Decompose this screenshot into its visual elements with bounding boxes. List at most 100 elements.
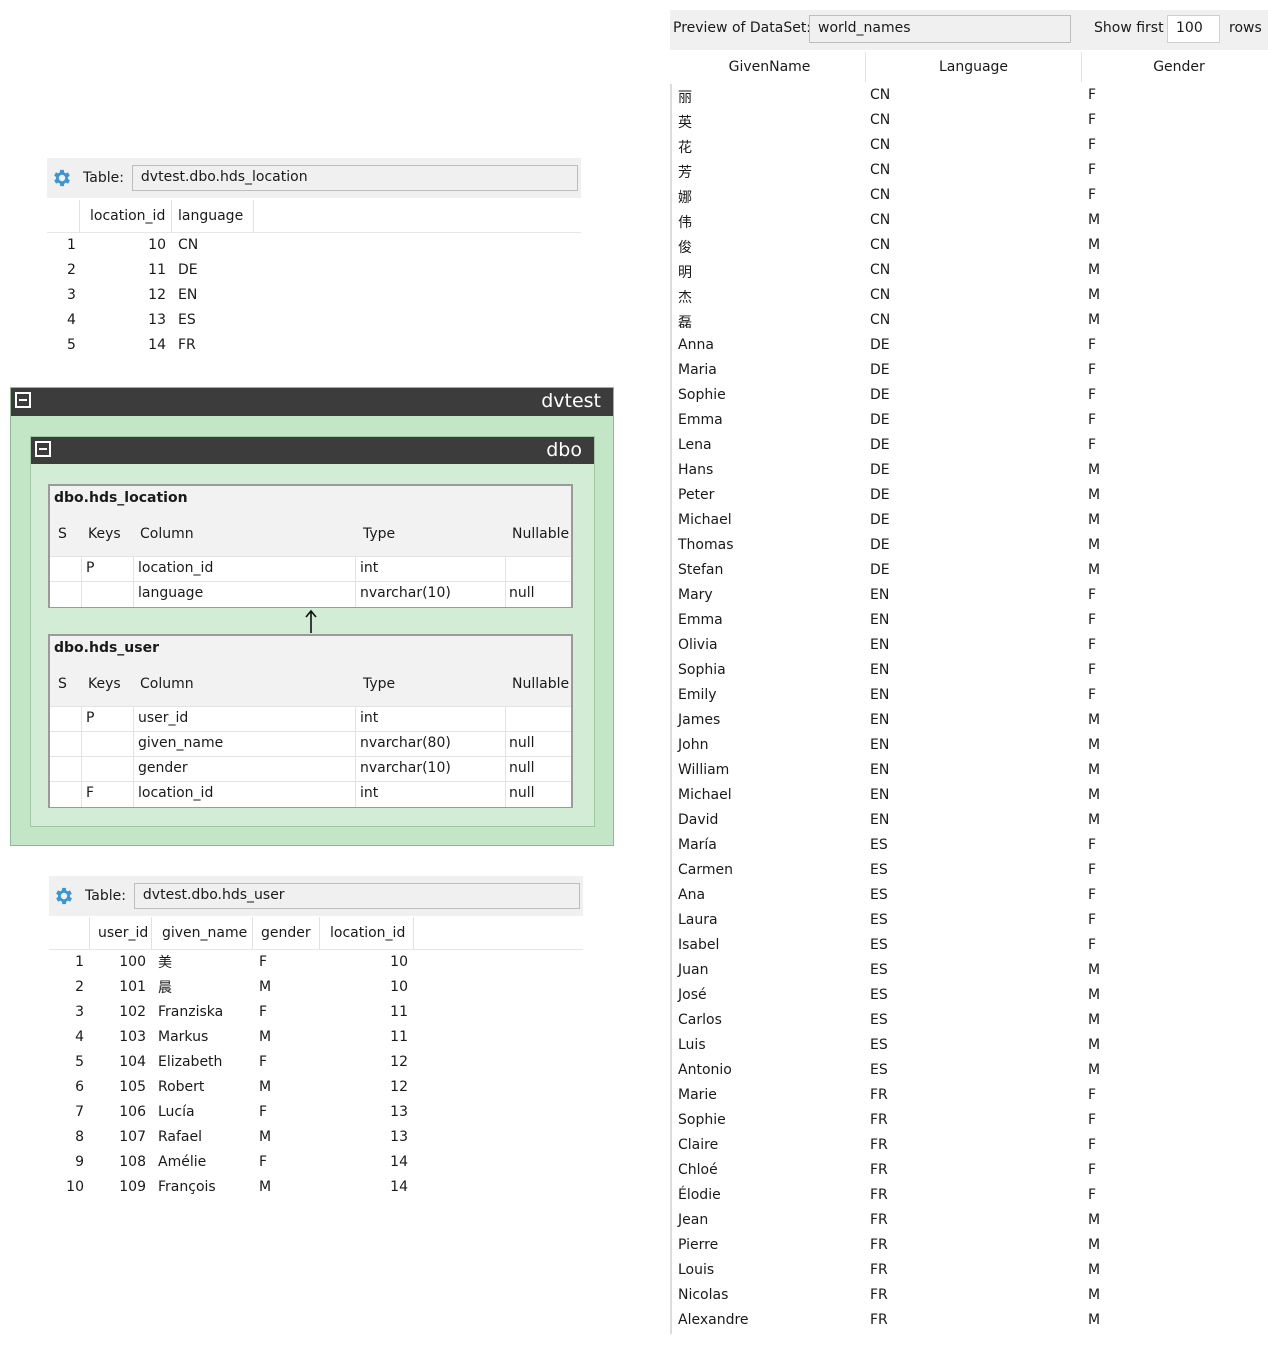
preview-row[interactable]: Mary EN F — [672, 584, 1268, 609]
table-row[interactable]: 9 108 Amélie F 14 — [49, 1149, 583, 1174]
preview-row[interactable]: 杰 CN M — [672, 284, 1268, 309]
collapse-icon[interactable] — [35, 441, 51, 457]
column-header-language[interactable]: language — [172, 200, 254, 232]
entity-column-row[interactable]: language nvarchar(10) null — [50, 581, 571, 607]
preview-row[interactable]: John EN M — [672, 734, 1268, 759]
table-name-field[interactable]: dvtest.dbo.hds_user — [133, 883, 580, 909]
preview-row[interactable]: Hans DE M — [672, 459, 1268, 484]
preview-row[interactable]: 俊 CN M — [672, 234, 1268, 259]
preview-row[interactable]: 明 CN M — [672, 259, 1268, 284]
preview-row[interactable]: 英 CN F — [672, 109, 1268, 134]
preview-row[interactable]: 芳 CN F — [672, 159, 1268, 184]
entity-column-row[interactable]: P location_id int — [50, 556, 571, 582]
preview-row[interactable]: Stefan DE M — [672, 559, 1268, 584]
table-row[interactable]: 2 101 晨 M 10 — [49, 974, 583, 999]
preview-row[interactable]: 娜 CN F — [672, 184, 1268, 209]
preview-row[interactable]: Louis FR M — [672, 1259, 1268, 1284]
table-row[interactable]: 4 103 Markus M 11 — [49, 1024, 583, 1049]
preview-row[interactable]: Emily EN F — [672, 684, 1268, 709]
column-header-location-id[interactable]: location_id — [80, 200, 172, 232]
preview-row[interactable]: Peter DE M — [672, 484, 1268, 509]
gear-icon[interactable] — [53, 885, 75, 907]
preview-row[interactable]: Isabel ES F — [672, 934, 1268, 959]
column-header-givenname[interactable]: GivenName — [674, 52, 866, 82]
table-row[interactable]: 3 12 EN — [47, 282, 581, 307]
dataset-name-field[interactable]: world_names — [809, 15, 1071, 43]
preview-row[interactable]: 磊 CN M — [672, 309, 1268, 334]
entity-column-row[interactable]: gender nvarchar(10) null — [50, 756, 571, 782]
preview-row[interactable]: 花 CN F — [672, 134, 1268, 159]
cell-givenname: Mary — [678, 587, 713, 603]
cell-givenname: Antonio — [678, 1062, 732, 1078]
preview-row[interactable]: Juan ES M — [672, 959, 1268, 984]
preview-row[interactable]: Anna DE F — [672, 334, 1268, 359]
preview-row[interactable]: Thomas DE M — [672, 534, 1268, 559]
preview-row[interactable]: Ana ES F — [672, 884, 1268, 909]
preview-row[interactable]: Sophie DE F — [672, 384, 1268, 409]
preview-row[interactable]: Michael DE M — [672, 509, 1268, 534]
table-row[interactable]: 4 13 ES — [47, 307, 581, 332]
preview-row[interactable]: Emma DE F — [672, 409, 1268, 434]
cell-gender: M — [259, 1178, 272, 1195]
table-row[interactable]: 1 10 CN — [47, 232, 581, 257]
preview-row[interactable]: Marie FR F — [672, 1084, 1268, 1109]
cell-givenname: James — [678, 712, 721, 728]
schema-container: dbo dbo.hds_location S Keys Column Type … — [30, 436, 595, 827]
preview-row[interactable]: William EN M — [672, 759, 1268, 784]
cell-language: CN — [870, 287, 891, 303]
table-row[interactable]: 8 107 Rafael M 13 — [49, 1124, 583, 1149]
entity-column-row[interactable]: F location_id int null — [50, 781, 571, 807]
preview-row[interactable]: José ES M — [672, 984, 1268, 1009]
entity-column-row[interactable]: P user_id int — [50, 706, 571, 732]
row-count-input[interactable]: 100 — [1167, 15, 1220, 43]
cell-gender: M — [1088, 1062, 1101, 1078]
column-header-gender[interactable]: Gender — [1082, 52, 1268, 82]
preview-row[interactable]: Sophie FR F — [672, 1109, 1268, 1134]
cell-gender: F — [1088, 112, 1097, 128]
preview-row[interactable]: Nicolas FR M — [672, 1284, 1268, 1309]
preview-row[interactable]: Alexandre FR M — [672, 1309, 1268, 1334]
table-row[interactable]: 5 104 Elizabeth F 12 — [49, 1049, 583, 1074]
preview-row[interactable]: Élodie FR F — [672, 1184, 1268, 1209]
preview-row[interactable]: Luis ES M — [672, 1034, 1268, 1059]
preview-row[interactable]: David EN M — [672, 809, 1268, 834]
preview-row[interactable]: Sophia EN F — [672, 659, 1268, 684]
preview-row[interactable]: Laura ES F — [672, 909, 1268, 934]
column-header-language[interactable]: Language — [866, 52, 1082, 82]
preview-row[interactable]: Claire FR F — [672, 1134, 1268, 1159]
preview-row[interactable]: 伟 CN M — [672, 209, 1268, 234]
preview-row[interactable]: Maria DE F — [672, 359, 1268, 384]
preview-row[interactable]: Lena DE F — [672, 434, 1268, 459]
preview-row[interactable]: Michael EN M — [672, 784, 1268, 809]
preview-row[interactable]: Olivia EN F — [672, 634, 1268, 659]
table-row[interactable]: 6 105 Robert M 12 — [49, 1074, 583, 1099]
preview-row[interactable]: Antonio ES M — [672, 1059, 1268, 1084]
preview-row[interactable]: 丽 CN F — [672, 84, 1268, 109]
table-row[interactable]: 3 102 Franziska F 11 — [49, 999, 583, 1024]
entity-hds-user[interactable]: dbo.hds_user S Keys Column Type Nullable… — [48, 634, 573, 808]
column-header-given-name[interactable]: given_name — [152, 917, 253, 949]
collapse-icon[interactable] — [15, 392, 31, 408]
table-row[interactable]: 1 100 美 F 10 — [49, 949, 583, 974]
cell-gender: M — [259, 1128, 272, 1145]
preview-row[interactable]: Chloé FR F — [672, 1159, 1268, 1184]
table-row[interactable]: 10 109 François M 14 — [49, 1174, 583, 1199]
entity-column-row[interactable]: given_name nvarchar(80) null — [50, 731, 571, 757]
preview-row[interactable]: James EN M — [672, 709, 1268, 734]
cell-language: ES — [178, 311, 196, 328]
entity-hds-location[interactable]: dbo.hds_location S Keys Column Type Null… — [48, 484, 573, 608]
table-row[interactable]: 2 11 DE — [47, 257, 581, 282]
column-header-location-id[interactable]: location_id — [320, 917, 414, 949]
preview-row[interactable]: Carlos ES M — [672, 1009, 1268, 1034]
preview-row[interactable]: Carmen ES F — [672, 859, 1268, 884]
preview-row[interactable]: Emma EN F — [672, 609, 1268, 634]
table-row[interactable]: 7 106 Lucía F 13 — [49, 1099, 583, 1124]
table-name-field[interactable]: dvtest.dbo.hds_location — [131, 165, 578, 191]
column-header-gender[interactable]: gender — [253, 917, 320, 949]
preview-row[interactable]: Jean FR M — [672, 1209, 1268, 1234]
column-header-user-id[interactable]: user_id — [90, 917, 152, 949]
table-row[interactable]: 5 14 FR — [47, 332, 581, 357]
preview-row[interactable]: María ES F — [672, 834, 1268, 859]
gear-icon[interactable] — [51, 167, 73, 189]
preview-row[interactable]: Pierre FR M — [672, 1234, 1268, 1259]
